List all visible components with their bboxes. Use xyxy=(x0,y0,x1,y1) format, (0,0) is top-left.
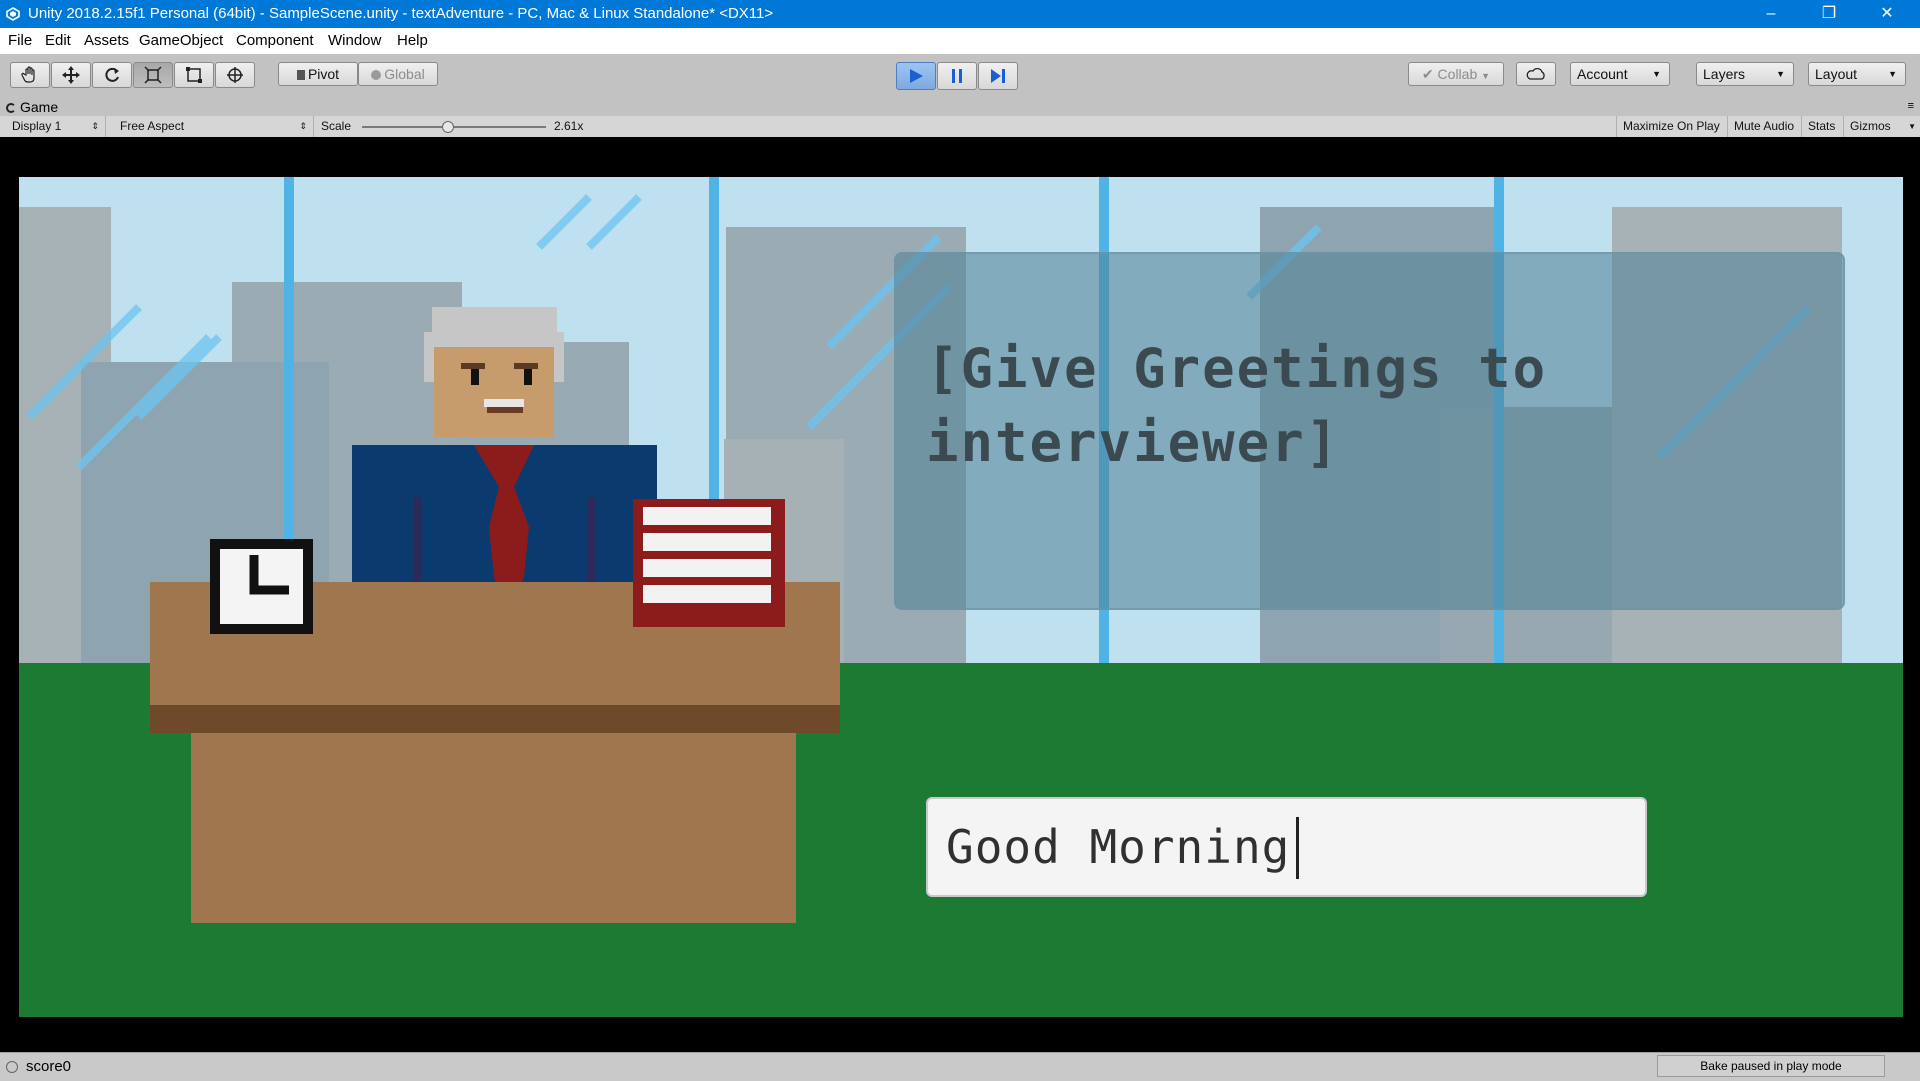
dialogue-prompt: [Give Greetings to interviewer] xyxy=(926,337,1548,474)
step-button[interactable] xyxy=(978,62,1018,90)
game-controller-icon xyxy=(6,103,16,113)
main-toolbar: Pivot Global ✔ Collab ▼ Account ▼ Layers… xyxy=(0,54,1920,99)
menu-edit[interactable]: Edit xyxy=(45,28,71,54)
menu-file[interactable]: File xyxy=(8,28,32,54)
layers-dropdown[interactable]: Layers ▼ xyxy=(1696,62,1794,86)
play-button[interactable] xyxy=(896,62,936,90)
pivot-icon xyxy=(296,70,305,80)
updown-icon: ⇕ xyxy=(91,121,99,131)
transform-tool-button[interactable] xyxy=(215,62,255,88)
account-dropdown[interactable]: Account ▼ xyxy=(1570,62,1670,86)
scale-icon xyxy=(144,66,162,84)
global-toggle[interactable]: Global xyxy=(358,62,438,86)
game-panel-tabbar: Game ≡ xyxy=(0,98,1920,116)
info-icon xyxy=(6,1061,18,1073)
menu-help[interactable]: Help xyxy=(397,28,428,54)
status-bar: score0 Bake paused in play mode xyxy=(0,1052,1920,1081)
desk-clock xyxy=(210,539,313,634)
move-tool-button[interactable] xyxy=(51,62,91,88)
maximize-button[interactable]: ❐ xyxy=(1800,0,1858,28)
answer-input-text: Good Morning xyxy=(946,820,1291,874)
pivot-toggle[interactable]: Pivot xyxy=(278,62,358,86)
chevron-down-icon: ▼ xyxy=(1652,69,1661,79)
pivot-label: Pivot xyxy=(307,66,340,82)
close-button[interactable]: ✕ xyxy=(1858,0,1916,28)
collab-dropdown[interactable]: ✔ Collab ▼ xyxy=(1408,62,1504,86)
display-label: Display 1 xyxy=(12,119,62,133)
menu-gameobject[interactable]: GameObject xyxy=(139,28,223,54)
rotate-icon xyxy=(105,67,119,82)
tab-game[interactable]: Game xyxy=(6,98,58,116)
tab-game-label: Game xyxy=(20,99,59,115)
paper-stack xyxy=(633,499,785,627)
pause-icon xyxy=(952,69,962,83)
global-label: Global xyxy=(384,66,425,82)
collab-label: Collab xyxy=(1437,66,1478,82)
scale-label: Scale xyxy=(321,119,352,133)
rect-tool-icon xyxy=(186,67,202,83)
hand-tool-button[interactable] xyxy=(10,62,50,88)
layers-label: Layers xyxy=(1703,66,1746,82)
menu-component[interactable]: Component xyxy=(236,28,314,54)
step-icon xyxy=(991,69,1005,83)
game-scene[interactable]: [Give Greetings to interviewer] Good Mor… xyxy=(19,177,1903,1017)
globe-icon xyxy=(371,70,382,80)
mute-audio-toggle[interactable]: Mute Audio xyxy=(1728,116,1802,137)
aspect-dropdown[interactable]: Free Aspect ⇕ xyxy=(114,116,314,137)
cloud-icon xyxy=(1526,67,1545,80)
layout-label: Layout xyxy=(1815,66,1858,82)
display-dropdown[interactable]: Display 1 ⇕ xyxy=(6,116,106,137)
unity-logo-icon xyxy=(6,7,20,21)
panel-menu-icon[interactable]: ≡ xyxy=(1908,100,1914,112)
stats-toggle[interactable]: Stats xyxy=(1802,116,1844,137)
hand-icon xyxy=(21,66,35,83)
answer-input[interactable]: Good Morning xyxy=(926,797,1647,897)
scale-value: 2.61x xyxy=(554,119,584,133)
stats-label: Stats xyxy=(1808,119,1836,133)
chevron-down-icon: ▼ xyxy=(1776,69,1785,79)
minimize-button[interactable]: – xyxy=(1742,0,1800,28)
text-caret xyxy=(1296,817,1299,879)
chevron-down-icon: ▼ xyxy=(1908,122,1916,131)
menu-window[interactable]: Window xyxy=(328,28,381,54)
game-view-toolbar: Display 1 ⇕ Free Aspect ⇕ Scale 2.61x Maxi… xyxy=(0,116,1920,138)
chevron-down-icon: ▼ xyxy=(1481,71,1491,81)
window-titlebar: Unity 2018.2.15f1 Personal (64bit) - Sam… xyxy=(0,0,1920,28)
check-icon: ✔ xyxy=(1421,66,1434,82)
cloud-button[interactable] xyxy=(1516,62,1556,86)
game-viewport[interactable]: [Give Greetings to interviewer] Good Mor… xyxy=(0,137,1920,1052)
scale-slider-thumb[interactable] xyxy=(442,121,454,133)
gizmos-dropdown[interactable]: Gizmos ▼ xyxy=(1844,116,1920,137)
console-last-message[interactable]: score0 xyxy=(26,1053,71,1081)
menu-assets[interactable]: Assets xyxy=(84,28,129,54)
dialogue-panel: [Give Greetings to interviewer] xyxy=(894,252,1845,610)
mute-audio-label: Mute Audio xyxy=(1734,119,1795,133)
chevron-down-icon: ▼ xyxy=(1888,69,1897,79)
transform-icon xyxy=(227,67,243,83)
scale-tool-button[interactable] xyxy=(133,62,173,88)
gizmos-label: Gizmos xyxy=(1850,119,1891,133)
rotate-tool-button[interactable] xyxy=(92,62,132,88)
maximize-on-play-label: Maximize On Play xyxy=(1623,119,1720,133)
rect-tool-button[interactable] xyxy=(174,62,214,88)
play-icon xyxy=(910,69,923,83)
pause-button[interactable] xyxy=(937,62,977,90)
window-title: Unity 2018.2.15f1 Personal (64bit) - Sam… xyxy=(28,5,774,22)
scale-slider[interactable] xyxy=(362,121,546,133)
maximize-on-play-toggle[interactable]: Maximize On Play xyxy=(1616,116,1728,137)
move-arrows-icon xyxy=(62,66,80,84)
aspect-label: Free Aspect xyxy=(120,119,185,133)
account-label: Account xyxy=(1577,66,1628,82)
updown-icon: ⇕ xyxy=(299,121,307,131)
menu-bar: File Edit Assets GameObject Component Wi… xyxy=(0,28,1920,55)
bake-status: Bake paused in play mode xyxy=(1657,1055,1885,1077)
layout-dropdown[interactable]: Layout ▼ xyxy=(1808,62,1906,86)
